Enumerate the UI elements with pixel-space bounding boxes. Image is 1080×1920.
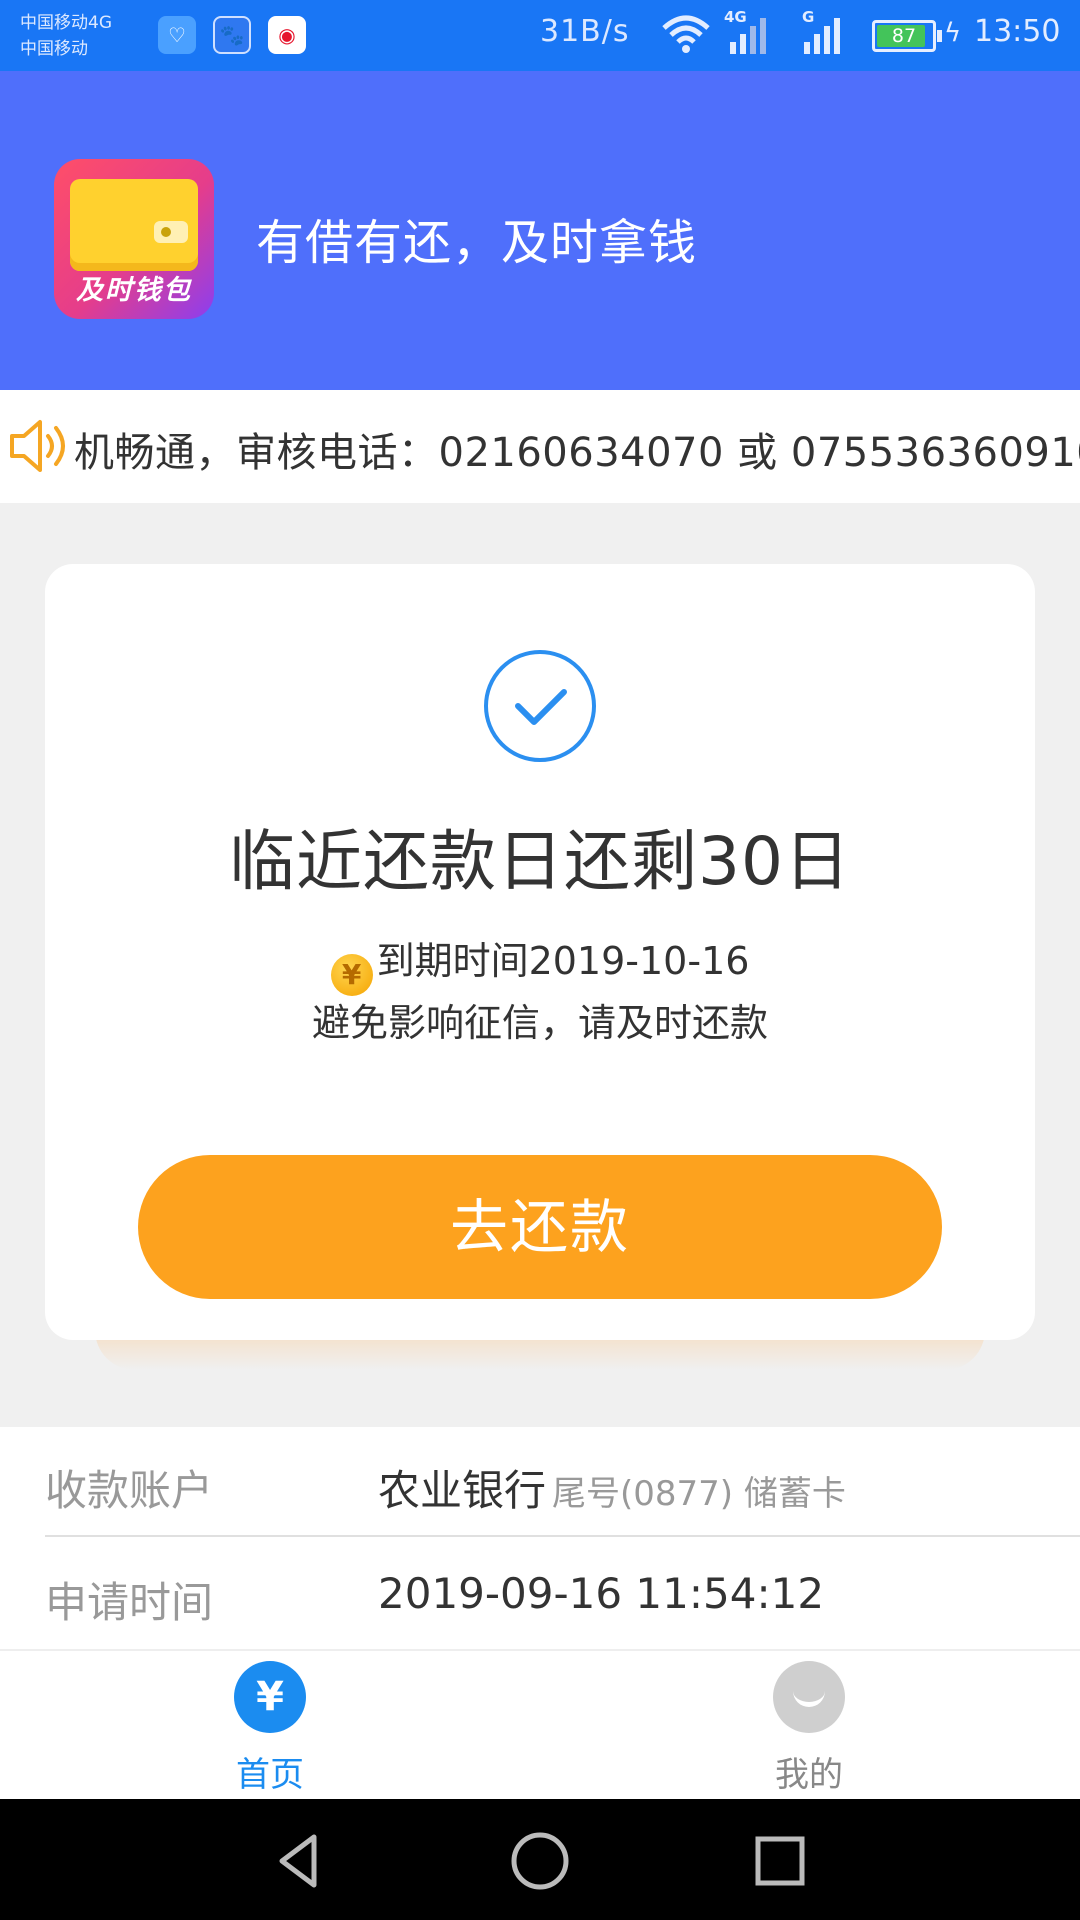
nav-mine-label: 我的 <box>775 1755 843 1795</box>
battery-level: 87 <box>891 25 917 47</box>
coin-icon: ¥ <box>330 954 373 996</box>
wifi-icon <box>662 15 710 53</box>
notice-bar[interactable]: 机畅通，审核电话：02160634070 或 075536360910 <box>0 390 1080 503</box>
check-circle-icon <box>484 650 596 762</box>
status-bar: 中国移动4G 中国移动 ♡ 🐾 ◉ 31B/s 4G G 87 ϟ 13:50 <box>0 0 1080 71</box>
weibo-icon: ◉ <box>268 16 306 54</box>
clock: 13:50 <box>974 14 1061 49</box>
battery-tip <box>937 30 942 42</box>
repay-button[interactable]: 去还款 <box>138 1155 942 1299</box>
apply-time-label: 申请时间 <box>45 1578 214 1627</box>
system-nav-bar <box>0 1799 1080 1920</box>
logo-text: 及时钱包 <box>76 275 192 306</box>
wallet-icon <box>70 179 198 271</box>
days-remaining-title: 临近还款日还剩30日 <box>229 823 851 900</box>
carrier-info: 中国移动4G 中国移动 <box>20 10 112 62</box>
apply-time-row: 申请时间 2019-09-16 11:54:12 <box>45 1539 1080 1649</box>
net-speed: 31B/s <box>540 14 630 49</box>
nav-mine-tab[interactable]: 我的 <box>709 1651 909 1801</box>
profile-icon <box>773 1661 845 1733</box>
notice-text: 机畅通，审核电话：02160634070 或 075536360910 <box>74 430 1080 476</box>
notification-icons: ♡ 🐾 ◉ <box>158 16 306 54</box>
baidu-icon: 🐾 <box>213 16 251 54</box>
account-row: 收款账户 农业银行 尾号(0877) 储蓄卡 <box>45 1427 1080 1537</box>
back-button[interactable] <box>268 1829 332 1893</box>
carrier-2: 中国移动 <box>20 39 88 59</box>
account-value: 农业银行 尾号(0877) 储蓄卡 <box>378 1457 846 1518</box>
credit-warning: 避免影响征信，请及时还款 <box>311 1001 768 1045</box>
yuan-icon: ¥ <box>234 1661 306 1733</box>
recent-apps-button[interactable] <box>748 1829 812 1893</box>
speaker-icon <box>10 420 65 472</box>
apply-time-value: 2019-09-16 11:54:12 <box>378 1569 825 1618</box>
battery-icon: 87 <box>872 20 936 52</box>
bottom-nav: ¥ 首页 我的 <box>0 1649 1080 1799</box>
charging-icon: ϟ <box>944 18 962 48</box>
slogan: 有借有还，及时拿钱 <box>256 215 698 271</box>
signal-4g-icon: 4G <box>722 8 772 56</box>
card-detail: 尾号(0877) 储蓄卡 <box>552 1474 846 1514</box>
app-header: 及时钱包 有借有还，及时拿钱 <box>0 71 1080 390</box>
signal-g-icon: G <box>800 8 850 56</box>
home-button[interactable] <box>508 1829 572 1893</box>
due-date: ¥ 到期时间2019-10-16 <box>45 930 1035 996</box>
account-label: 收款账户 <box>45 1466 214 1515</box>
carrier-1: 中国移动4G <box>20 13 112 33</box>
repayment-card: 临近还款日还剩30日 ¥ 到期时间2019-10-16 避免影响征信，请及时还款 … <box>45 564 1035 1340</box>
due-date-text: 到期时间2019-10-16 <box>376 939 750 983</box>
bank-name: 农业银行 <box>378 1466 547 1515</box>
loan-info: 收款账户 农业银行 尾号(0877) 储蓄卡 申请时间 2019-09-16 11… <box>0 1427 1080 1649</box>
health-icon: ♡ <box>158 16 196 54</box>
nav-home-tab[interactable]: ¥ 首页 <box>170 1651 370 1801</box>
app-logo: 及时钱包 <box>54 159 214 319</box>
nav-home-label: 首页 <box>236 1755 304 1795</box>
